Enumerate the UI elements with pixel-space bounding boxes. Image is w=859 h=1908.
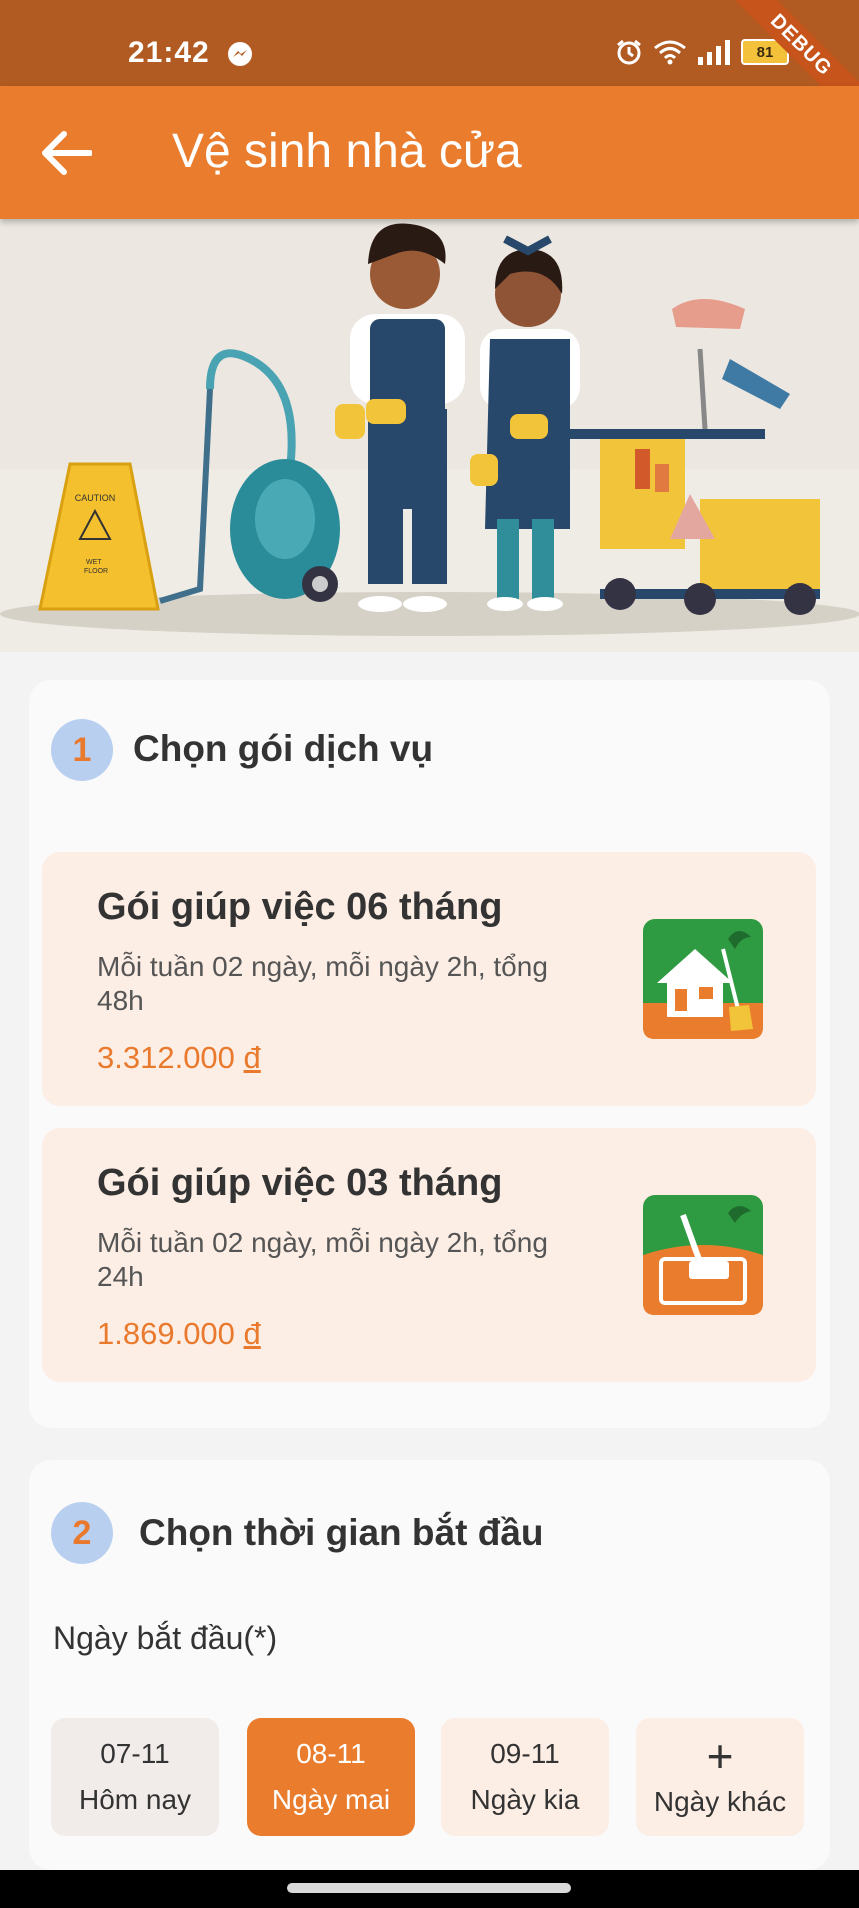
package-price: 3.312.000 đ xyxy=(97,1040,261,1075)
chip-date: 07-11 xyxy=(100,1738,170,1769)
floor-cleaning-icon xyxy=(643,1195,763,1315)
date-chip-other[interactable]: + Ngày khác xyxy=(636,1718,804,1836)
section-1-title: Chọn gói dịch vụ xyxy=(133,728,434,769)
date-chip-today[interactable]: 07-11 Hôm nay xyxy=(51,1718,219,1836)
battery-level: 81 xyxy=(756,43,774,61)
sign-text-wet: WET xyxy=(86,559,102,566)
arrow-left-icon[interactable] xyxy=(40,130,92,176)
sign-text-caution: CAUTION xyxy=(75,493,116,503)
chip-date: 09-11 xyxy=(490,1738,560,1769)
step-1-badge: 1 xyxy=(51,719,113,781)
cleaning-staff-illustration: CAUTION WET FLOOR xyxy=(0,219,859,652)
chip-date: 08-11 xyxy=(296,1738,366,1769)
page-title: Vệ sinh nhà cửa xyxy=(172,125,522,178)
messenger-icon xyxy=(228,42,252,66)
package-description: Mỗi tuần 02 ngày, mỗi ngày 2h, tổng 48h xyxy=(97,951,548,1016)
chip-label: Hôm nay xyxy=(78,1784,192,1815)
date-chip-tomorrow[interactable]: 08-11 Ngày mai xyxy=(247,1718,415,1836)
signal-icon xyxy=(698,40,730,65)
sign-text-floor: FLOOR xyxy=(84,568,108,575)
status-bar: 21:42 81 DEBUG xyxy=(0,0,859,134)
step-2-badge: 2 xyxy=(51,1502,113,1564)
banner-illustration: CAUTION WET FLOOR xyxy=(0,219,859,652)
section-2-title: Chọn thời gian bắt đầu xyxy=(139,1512,544,1553)
house-cleaning-icon xyxy=(643,919,763,1039)
status-time: 21:42 xyxy=(128,36,210,69)
chip-label: Ngày kia xyxy=(470,1784,580,1815)
package-3-months[interactable]: Gói giúp việc 03 tháng Mỗi tuần 02 ngày,… xyxy=(42,1128,816,1382)
chip-label: Ngày khác xyxy=(653,1786,787,1817)
home-gesture-handle[interactable] xyxy=(287,1883,571,1893)
package-price: 1.869.000 đ xyxy=(97,1316,261,1351)
package-6-months[interactable]: Gói giúp việc 06 tháng Mỗi tuần 02 ngày,… xyxy=(42,852,816,1106)
wifi-icon xyxy=(654,40,686,65)
plus-icon: + xyxy=(706,1730,734,1782)
date-chip-day-after[interactable]: 09-11 Ngày kia xyxy=(441,1718,609,1836)
start-date-label: Ngày bắt đầu(*) xyxy=(53,1620,278,1656)
package-name: Gói giúp việc 03 tháng xyxy=(97,1162,503,1204)
service-package-section: 1 Chọn gói dịch vụ Gói giúp việc 06 thán… xyxy=(29,680,830,1428)
system-nav-bar xyxy=(0,1870,859,1908)
chip-label: Ngày mai xyxy=(271,1784,391,1815)
package-description: Mỗi tuần 02 ngày, mỗi ngày 2h, tổng 24h xyxy=(97,1227,548,1292)
package-name: Gói giúp việc 06 tháng xyxy=(97,886,503,928)
alarm-icon xyxy=(617,39,641,65)
app-bar: Vệ sinh nhà cửa xyxy=(0,86,859,219)
